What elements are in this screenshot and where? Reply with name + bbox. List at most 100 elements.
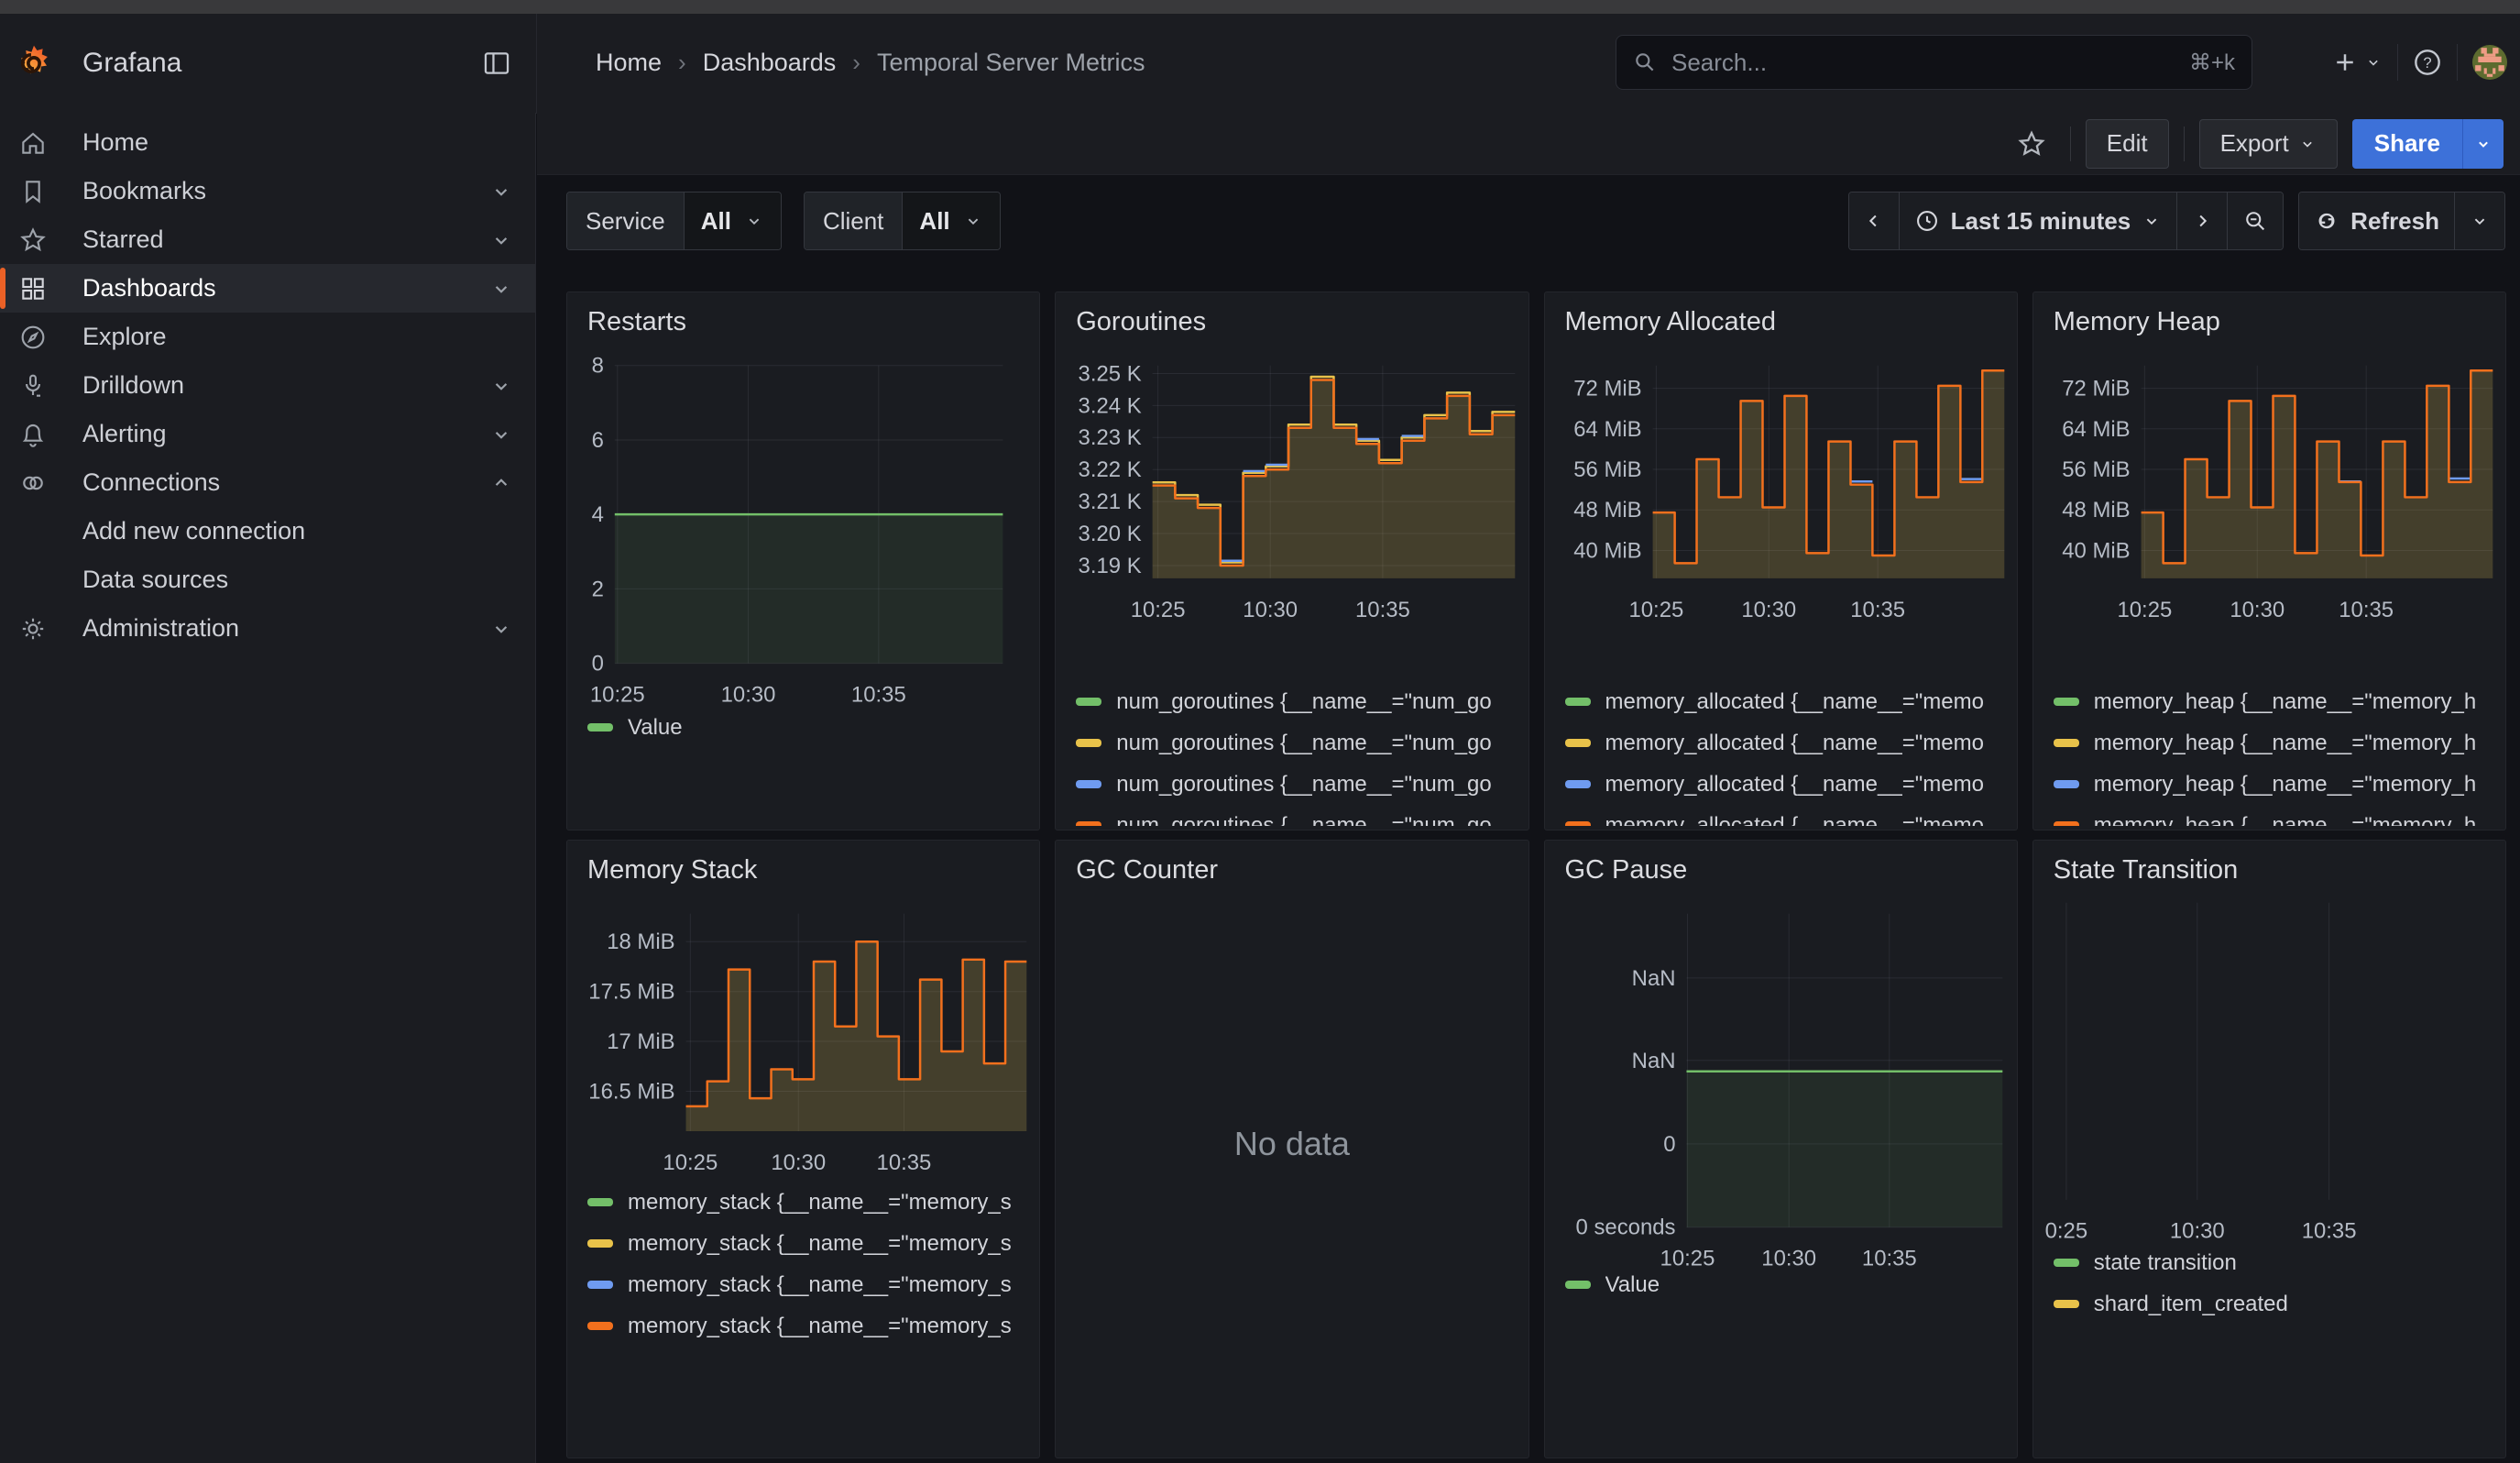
legend-item[interactable]: memory_heap {__name__="memory_h — [2054, 805, 2498, 826]
legend-swatch — [587, 1198, 613, 1206]
chevron-down-icon — [489, 180, 513, 204]
share-split-button[interactable]: Share — [2352, 119, 2504, 169]
grafana-logo-icon — [15, 44, 53, 82]
sidebar-item-label: Dashboards — [82, 274, 216, 302]
star-dashboard-button[interactable] — [2008, 119, 2055, 169]
compass-icon — [18, 323, 48, 352]
variable-filters: Service All Client All — [566, 192, 1001, 250]
panel-title[interactable]: Memory Heap — [2054, 307, 2220, 337]
sidebar-item-administration[interactable]: Administration — [0, 604, 535, 653]
legend-item[interactable]: memory_heap {__name__="memory_h — [2054, 764, 2498, 805]
legend-item[interactable]: num_goroutines {__name__="num_go — [1076, 681, 1520, 722]
legend-item[interactable]: memory_stack {__name__="memory_s — [587, 1223, 1032, 1264]
panel-gc-pause: GC Pause 10:2510:3010:35NaNNaN00 seconds… — [1544, 840, 2018, 1458]
sidebar-item-alerting[interactable]: Alerting — [0, 410, 535, 458]
share-dropdown-button[interactable] — [2462, 119, 2504, 169]
panel-title[interactable]: GC Counter — [1076, 855, 1218, 886]
sidebar-item-label: Starred — [82, 226, 164, 254]
sidebar-item-data-sources[interactable]: Data sources — [0, 556, 535, 604]
svg-text:56 MiB: 56 MiB — [1573, 457, 1641, 482]
sidebar-toggle-icon[interactable] — [481, 48, 512, 79]
svg-text:10:35: 10:35 — [1850, 598, 1905, 622]
legend-swatch — [1565, 821, 1591, 826]
legend-item[interactable]: memory_heap {__name__="memory_h — [2054, 681, 2498, 722]
zoom-out-button[interactable] — [2228, 192, 2283, 249]
export-button[interactable]: Export — [2199, 119, 2338, 169]
svg-text:56 MiB: 56 MiB — [2062, 457, 2130, 482]
sidebar-item-starred[interactable]: Starred — [0, 215, 535, 264]
refresh-label: Refresh — [2350, 207, 2439, 236]
refresh-interval-dropdown[interactable] — [2455, 192, 2504, 249]
legend-item[interactable]: memory_stack {__name__="memory_s — [587, 1305, 1032, 1347]
sidebar-item-home[interactable]: Home — [0, 118, 535, 167]
panel-gc-counter: GC Counter No data — [1055, 840, 1528, 1458]
sidebar-item-add-new-connection[interactable]: Add new connection — [0, 507, 535, 556]
search-input[interactable] — [1670, 48, 2189, 78]
legend-item[interactable]: shard_item_created — [2054, 1283, 2498, 1325]
svg-text:40 MiB: 40 MiB — [2062, 539, 2130, 564]
legend-item[interactable]: num_goroutines {__name__="num_go — [1076, 722, 1520, 764]
edit-button[interactable]: Edit — [2086, 119, 2169, 169]
legend: Value — [1565, 1264, 2010, 1454]
time-forward-button[interactable] — [2177, 192, 2228, 249]
panel-restarts: Restarts 10:2510:3010:3502468 Value — [566, 292, 1040, 830]
legend-item[interactable]: memory_stack {__name__="memory_s — [587, 1182, 1032, 1223]
legend-item[interactable]: memory_allocated {__name__="memo — [1565, 722, 2010, 764]
panel-title[interactable]: State Transition — [2054, 855, 2239, 886]
legend-item[interactable]: num_goroutines {__name__="num_go — [1076, 764, 1520, 805]
chevron-right-icon — [2192, 211, 2212, 231]
client-filter[interactable]: Client All — [804, 192, 1001, 250]
legend-swatch — [2054, 1259, 2079, 1267]
panel-title[interactable]: GC Pause — [1565, 855, 1688, 886]
panel-title[interactable]: Goroutines — [1076, 307, 1206, 337]
svg-text:10:35: 10:35 — [2301, 1219, 2356, 1244]
breadcrumb-home[interactable]: Home — [596, 49, 662, 77]
sidebar-item-drilldown[interactable]: Drilldown — [0, 361, 535, 410]
time-range-picker[interactable]: Last 15 minutes — [1900, 192, 2178, 249]
svg-text:10:35: 10:35 — [851, 682, 906, 707]
chevron-down-icon — [2298, 135, 2317, 153]
panel-title[interactable]: Restarts — [587, 307, 686, 337]
chevron-down-icon — [2470, 211, 2490, 231]
svg-text:48 MiB: 48 MiB — [1573, 498, 1641, 522]
service-filter[interactable]: Service All — [566, 192, 782, 250]
svg-text:72 MiB: 72 MiB — [2062, 377, 2130, 402]
svg-text:64 MiB: 64 MiB — [1573, 417, 1641, 442]
sidebar-item-explore[interactable]: Explore — [0, 313, 535, 361]
panel-title[interactable]: Memory Stack — [587, 855, 757, 886]
sidebar-item-connections[interactable]: Connections — [0, 458, 535, 507]
legend-item[interactable]: memory_allocated {__name__="memo — [1565, 805, 2010, 826]
legend-item[interactable]: memory_allocated {__name__="memo — [1565, 764, 2010, 805]
legend-item[interactable]: Value — [587, 707, 1032, 748]
refresh-button[interactable]: Refresh — [2299, 192, 2455, 249]
share-button[interactable]: Share — [2352, 119, 2462, 169]
sidebar-item-dashboards[interactable]: Dashboards — [0, 264, 535, 313]
search-box[interactable]: ⌘+k — [1616, 35, 2252, 90]
sidebar-item-label: Connections — [82, 468, 220, 497]
help-button[interactable]: ? — [2413, 48, 2442, 77]
user-avatar[interactable] — [2472, 45, 2507, 80]
legend-item[interactable]: memory_heap {__name__="memory_h — [2054, 722, 2498, 764]
legend-item[interactable]: num_goroutines {__name__="num_go — [1076, 805, 1520, 826]
svg-text:10:30: 10:30 — [771, 1150, 826, 1175]
legend-item[interactable]: memory_stack {__name__="memory_s — [587, 1264, 1032, 1305]
time-back-button[interactable] — [1849, 192, 1900, 249]
nav-actions: ? — [2331, 35, 2507, 90]
divider — [2184, 126, 2185, 161]
legend: state transitionshard_item_created — [2054, 1242, 2498, 1454]
legend-label: num_goroutines {__name__="num_go — [1116, 731, 1492, 756]
legend-item[interactable]: memory_allocated {__name__="memo — [1565, 681, 2010, 722]
sidebar-item-bookmarks[interactable]: Bookmarks — [0, 167, 535, 215]
legend-item[interactable]: state transition — [2054, 1242, 2498, 1283]
breadcrumb-dashboards[interactable]: Dashboards — [703, 49, 837, 77]
legend-item[interactable]: Value — [1565, 1264, 2010, 1305]
legend-label: memory_allocated {__name__="memo — [1605, 689, 1984, 715]
star-icon — [18, 226, 48, 255]
add-button[interactable] — [2331, 49, 2383, 76]
panel-title[interactable]: Memory Allocated — [1565, 307, 1777, 337]
sidebar-item-label: Administration — [82, 614, 239, 643]
home-icon — [18, 128, 48, 158]
svg-text:NaN: NaN — [1631, 966, 1675, 991]
svg-text:18 MiB: 18 MiB — [607, 930, 674, 954]
svg-text:3.22 K: 3.22 K — [1079, 457, 1142, 482]
